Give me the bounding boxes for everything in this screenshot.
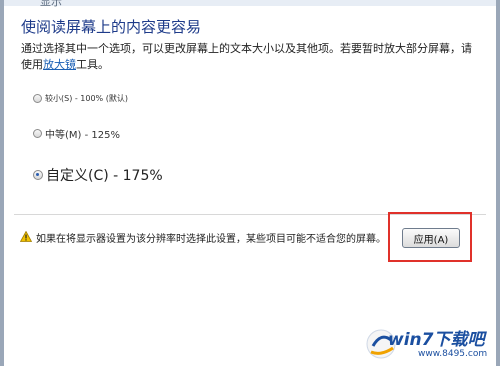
option-medium-label: 中等(M) - 125%: [45, 130, 120, 141]
window-left-border: [0, 0, 4, 366]
warning-text: 如果在将显示器设置为该分辨率时选择此设置，某些项目可能不适合您的屏幕。: [36, 234, 386, 245]
window-top-edge: [0, 0, 500, 6]
page-title: 使阅读屏幕上的内容更容易: [21, 18, 202, 36]
option-custom[interactable]: 自定义(C) - 175%: [33, 165, 163, 185]
warning-icon: [20, 231, 32, 242]
window-title: 显示: [40, 0, 62, 8]
window-right-border: [496, 0, 500, 366]
radio-medium[interactable]: [33, 129, 42, 138]
description-text-end: 工具。: [76, 58, 109, 71]
option-medium[interactable]: 中等(M) - 125%: [33, 126, 120, 141]
option-custom-label: 自定义(C) - 175%: [46, 168, 163, 184]
watermark-logo-text: win7下载吧: [388, 330, 485, 350]
page-description: 通过选择其中一个选项，可以更改屏幕上的文本大小以及其他项。若要暂时放大部分屏幕，…: [21, 41, 476, 73]
radio-custom[interactable]: [33, 170, 43, 180]
watermark-url: www.8495.com: [418, 349, 488, 359]
radio-smaller[interactable]: [33, 94, 42, 103]
magnifier-link[interactable]: 放大镜: [43, 58, 76, 71]
option-smaller[interactable]: 较小(S) - 100% (默认): [33, 93, 128, 104]
option-smaller-label: 较小(S) - 100% (默认): [45, 94, 128, 103]
apply-button[interactable]: 应用(A): [402, 228, 460, 248]
